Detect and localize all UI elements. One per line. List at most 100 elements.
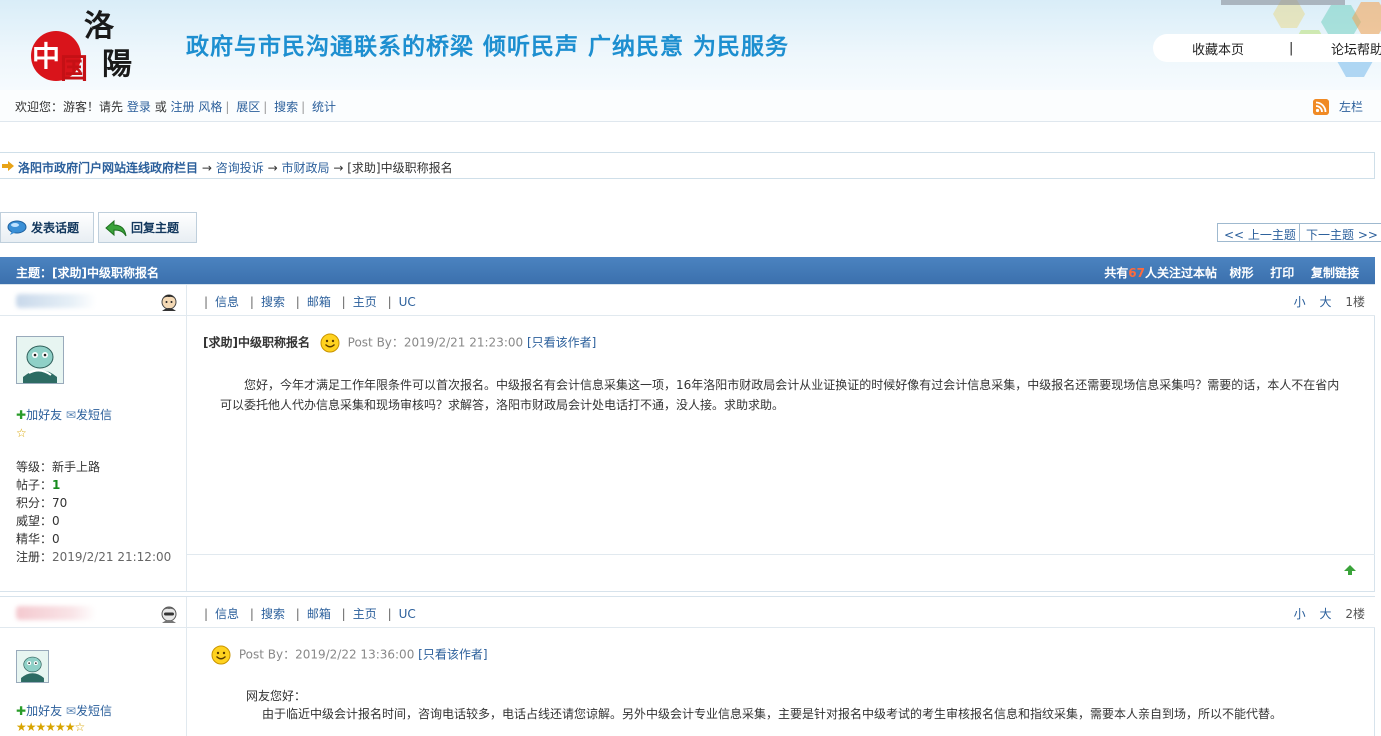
svg-text:国: 国: [60, 52, 88, 84]
forum-help-link[interactable]: 论坛帮助: [1331, 39, 1381, 58]
breadcrumb-root[interactable]: 洛阳市政府门户网站连线政府栏目: [18, 161, 198, 175]
font-large-button[interactable]: 大: [1320, 607, 1332, 621]
search-link[interactable]: 搜索: [274, 100, 298, 114]
author-post-count: 1: [52, 478, 61, 492]
reply-arrow-icon: [105, 219, 127, 236]
author-name-blurred[interactable]: [16, 294, 96, 308]
uc-link[interactable]: UC: [399, 295, 416, 309]
author-only-link[interactable]: [只看该作者]: [418, 648, 487, 662]
post-links: | 信息 | 搜索 | 邮箱 | 主页 | UC: [204, 607, 416, 621]
author-prestige: 0: [52, 514, 60, 528]
or-text: 或: [154, 100, 167, 114]
font-large-button[interactable]: 大: [1320, 295, 1332, 309]
author-sidebar: ✚加好友 ✉发短信 ★★★★★★☆: [0, 628, 187, 736]
reply-topic-button[interactable]: 回复主题: [98, 212, 197, 243]
smiley-icon: [211, 645, 231, 665]
font-small-button[interactable]: 小: [1294, 607, 1306, 621]
post-header: | 信息 | 搜索 | 邮箱 | 主页 | UC 小 大 2楼: [0, 597, 1375, 628]
post-title: [求助]中级职称报名: [203, 335, 310, 350]
homepage-link[interactable]: 主页: [353, 295, 377, 309]
post-title-line: Post By：2019/2/22 13:36:00 [只看该作者]: [211, 645, 488, 665]
watch-prefix: 共有: [1104, 266, 1129, 280]
avatar[interactable]: [16, 650, 49, 683]
floor-number: 2楼: [1345, 607, 1365, 621]
watch-suffix: 人关注过本帖: [1144, 266, 1217, 280]
author-level: 新手上路: [52, 460, 101, 474]
print-link[interactable]: 打印: [1270, 266, 1294, 280]
author-sidebar: ✚加好友 ✉发短信 ☆ 等级：新手上路 帖子：1 积分：70 威望：0 精华：0…: [0, 316, 187, 591]
author-stats: 等级：新手上路 帖子：1 积分：70 威望：0 精华：0 注册：2019/2/2…: [16, 460, 172, 564]
user-avatar-icon: [161, 294, 177, 311]
user-search-link[interactable]: 搜索: [261, 607, 285, 621]
breadcrumb-current: [求助]中级职称报名: [347, 161, 453, 175]
author-register-date: 2019/2/21 21:12:00: [52, 550, 172, 564]
uc-link[interactable]: UC: [399, 607, 416, 621]
add-friend-link[interactable]: 加好友: [26, 408, 62, 422]
register-link[interactable]: 注册: [171, 100, 195, 114]
avatar[interactable]: [16, 336, 64, 384]
rank-stars: ★★★★★★☆: [16, 720, 85, 734]
breadcrumb-consult[interactable]: 咨询投诉: [216, 161, 264, 175]
new-topic-button[interactable]: 发表话题: [0, 212, 94, 243]
post-links: | 信息 | 搜索 | 邮箱 | 主页 | UC: [204, 295, 416, 309]
add-friend-icon: ✚: [16, 704, 27, 718]
watch-count: 67: [1128, 266, 1145, 280]
next-topic-button[interactable]: 下一主题 >>: [1299, 223, 1381, 242]
user-search-link[interactable]: 搜索: [261, 295, 285, 309]
top-links: 收藏本页 | 论坛帮助: [1153, 34, 1381, 62]
copy-link[interactable]: 复制链接: [1311, 266, 1359, 280]
info-link[interactable]: 信息: [215, 295, 239, 309]
post-time: Post By：2019/2/22 13:36:00: [238, 647, 415, 662]
breadcrumb: 洛阳市政府门户网站连线政府栏目 → 咨询投诉 → 市财政局 → [求助]中级职称…: [0, 152, 1375, 179]
header-banner: 中 国 洛 陽 政府与市民沟通联系的桥梁 倾听民声 广纳民意 为民服务 收藏本页…: [0, 0, 1381, 90]
svg-text:中: 中: [32, 40, 60, 73]
back-to-top-icon[interactable]: [1344, 565, 1356, 575]
expand-link[interactable]: 展区: [236, 100, 260, 114]
smiley-icon: [320, 333, 340, 353]
welcome-text: 欢迎您：游客！请先: [15, 100, 124, 114]
author-only-link[interactable]: [只看该作者]: [527, 336, 596, 350]
send-message-link[interactable]: 发短信: [76, 704, 112, 718]
author-name-blurred[interactable]: [16, 606, 96, 620]
breadcrumb-finance[interactable]: 市财政局: [281, 161, 329, 175]
post-time: Post By：2019/2/21 21:23:00: [347, 335, 524, 350]
tree-view-link[interactable]: 树形: [1230, 266, 1254, 280]
font-small-button[interactable]: 小: [1294, 295, 1306, 309]
post-content: 由于临近中级会计报名时间，咨询电话较多，电话占线还请您谅解。另外中级会计专业信息…: [262, 707, 1283, 721]
envelope-icon: ✉: [65, 704, 76, 718]
mail-link[interactable]: 邮箱: [307, 607, 331, 621]
svg-text:洛: 洛: [84, 9, 115, 44]
envelope-icon: ✉: [65, 408, 76, 422]
post-footer-divider: [187, 554, 1375, 555]
reply-greeting: 网友您好：: [246, 689, 307, 703]
topic-bar: 主题：[求助]中级职称报名 共有67人关注过本帖 树形 打印 复制链接: [0, 257, 1375, 284]
login-link[interactable]: 登录: [127, 100, 151, 114]
breadcrumb-sep: →: [333, 161, 344, 175]
author-score: 70: [52, 496, 68, 510]
info-link[interactable]: 信息: [215, 607, 239, 621]
user-avatar-icon: [161, 606, 177, 623]
prev-topic-button[interactable]: << 上一主题: [1217, 223, 1303, 242]
send-message-link[interactable]: 发短信: [76, 408, 112, 422]
style-link[interactable]: 风格: [198, 100, 222, 114]
rank-stars: ☆: [16, 426, 27, 440]
homepage-link[interactable]: 主页: [353, 607, 377, 621]
post-floor-2: | 信息 | 搜索 | 邮箱 | 主页 | UC 小 大 2楼 ✚加好友 ✉发短信 ★★★…: [0, 596, 1375, 736]
add-friend-link[interactable]: 加好友: [26, 704, 62, 718]
floor-number: 1楼: [1345, 295, 1365, 309]
rss-icon[interactable]: [1313, 99, 1329, 115]
stats-link[interactable]: 统计: [312, 100, 336, 114]
welcome-bar: 欢迎您：游客！请先 登录 或 注册 风格 | 展区 | 搜索 | 统计 左栏: [0, 90, 1381, 122]
mail-link[interactable]: 邮箱: [307, 295, 331, 309]
breadcrumb-sep: →: [267, 161, 278, 175]
post-header: | 信息 | 搜索 | 邮箱 | 主页 | UC 小 大 1楼: [0, 285, 1375, 316]
author-elite: 0: [52, 532, 60, 546]
add-friend-icon: ✚: [16, 408, 27, 422]
top-links-divider: |: [1289, 40, 1294, 56]
left-column-link[interactable]: 左栏: [1339, 98, 1363, 115]
bookmark-link[interactable]: 收藏本页: [1192, 39, 1244, 58]
site-logo[interactable]: 中 国 洛 陽: [26, 6, 138, 85]
speech-bubble-icon: [7, 220, 27, 235]
breadcrumb-sep: →: [201, 161, 212, 175]
post-floor-1: | 信息 | 搜索 | 邮箱 | 主页 | UC 小 大 1楼 ✚加好友 ✉发短信: [0, 284, 1375, 592]
